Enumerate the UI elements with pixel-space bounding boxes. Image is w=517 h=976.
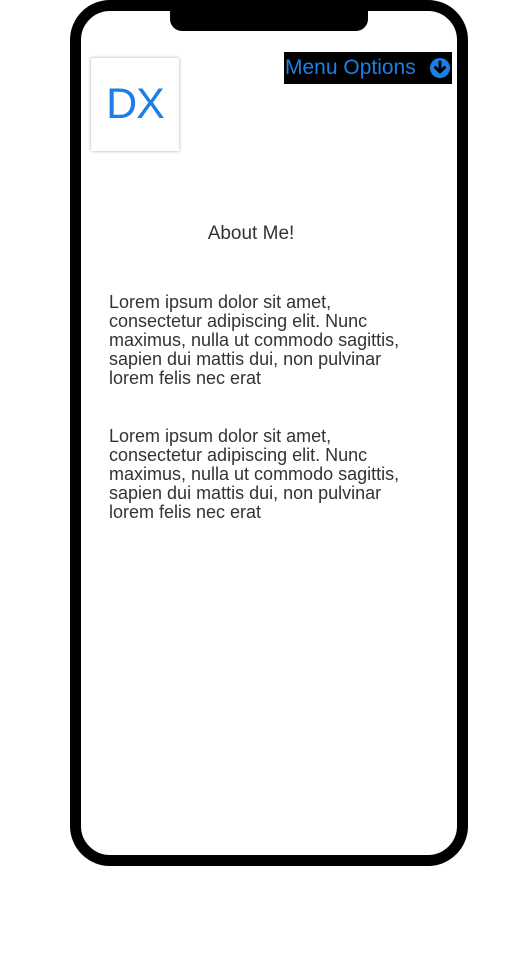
logo-text: DX [106, 80, 165, 128]
chevron-down-circle-icon [429, 57, 451, 79]
phone-notch [170, 11, 368, 31]
menu-options-button[interactable]: Menu Options [284, 52, 452, 84]
menu-options-label: Menu Options [285, 56, 416, 79]
logo[interactable]: DX [91, 58, 179, 151]
page-title: About Me! [207, 223, 295, 244]
phone-frame: DX Menu Options About Me! Lorem ipsum do… [70, 0, 468, 866]
about-paragraph: Lorem ipsum dolor sit amet, consectetur … [109, 292, 400, 388]
about-paragraph: Lorem ipsum dolor sit amet, consectetur … [109, 426, 400, 522]
